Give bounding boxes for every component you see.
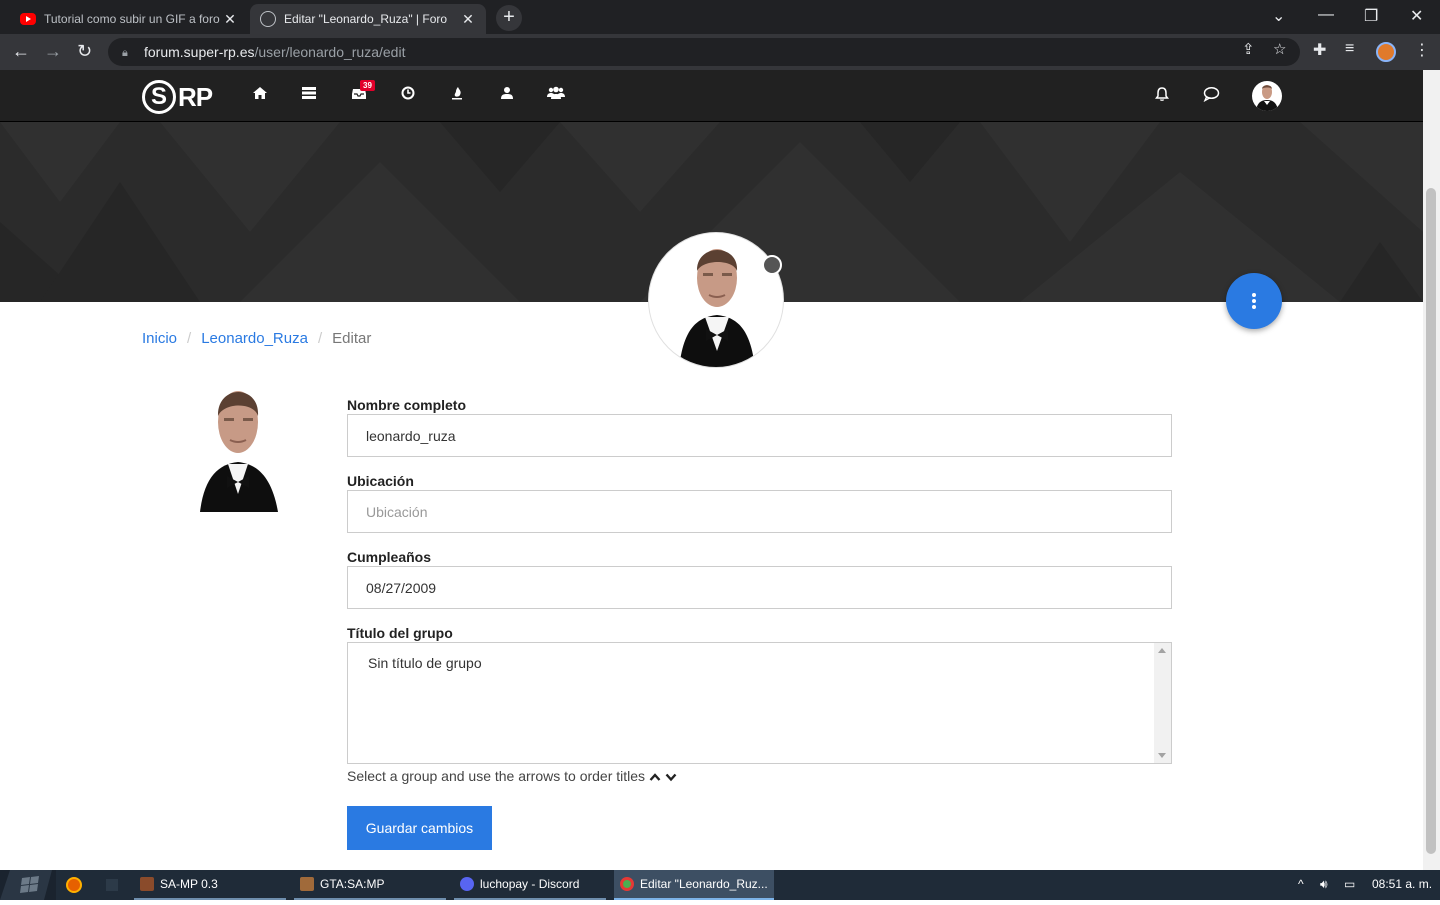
samp-icon (140, 877, 154, 891)
select-scrollbar[interactable] (1154, 643, 1171, 763)
tab-tutorial[interactable]: Tutorial como subir un GIF a foro ✕ (10, 4, 248, 34)
network-icon[interactable]: ▭ (1344, 877, 1355, 891)
start-button[interactable] (0, 870, 56, 900)
gta-icon (300, 877, 314, 891)
breadcrumb-separator: / (317, 330, 323, 347)
os-taskbar: SA-MP 0.3 GTA:SA:MP luchopay - Discord E… (0, 870, 1440, 900)
move-up-chevron-icon[interactable] (649, 770, 661, 782)
groups-icon[interactable] (546, 86, 566, 104)
scroll-down-arrow-icon[interactable] (1158, 753, 1166, 758)
site-header: S RP (0, 70, 1423, 122)
taskbar-item-label: luchopay - Discord (480, 877, 580, 891)
birthday-label: Cumpleaños (347, 549, 432, 565)
group-help-text-row: Select a group and use the arrows to ord… (347, 768, 1172, 784)
url-host: forum.super-rp.es (144, 44, 255, 60)
taskbar-item-label: Editar "Leonardo_Ruz... (640, 877, 768, 891)
tab-title: Editar "Leonardo_Ruza" | Foro (284, 12, 448, 26)
scroll-up-arrow-icon[interactable] (1158, 648, 1166, 653)
discord-icon (460, 877, 474, 891)
url-bar[interactable]: 🔒︎ forum.super-rp.es/user/leonardo_ruza/… (108, 38, 1300, 66)
url-path: /user/leonardo_ruza/edit (254, 44, 406, 60)
recent-clock-icon[interactable] (398, 86, 418, 104)
breadcrumb-user-link[interactable]: Leonardo_Ruza (201, 330, 308, 347)
close-tab-icon[interactable]: ✕ (460, 11, 476, 28)
tab-search-icon[interactable]: ⌄ (1272, 6, 1285, 26)
share-icon[interactable]: ⇪ (1242, 40, 1255, 58)
bookmark-star-icon[interactable]: ☆ (1273, 40, 1286, 58)
notifications-count-badge: 39 (360, 80, 375, 91)
logo-s: S (142, 80, 176, 114)
users-icon[interactable] (497, 86, 517, 104)
page-scrollbar-thumb[interactable] (1426, 188, 1436, 854)
address-bar-row: ← → ↻ 🔒︎ forum.super-rp.es/user/leonardo… (0, 34, 1440, 70)
youtube-icon (20, 13, 36, 25)
taskbar-item-gtasamp[interactable]: GTA:SA:MP (294, 870, 446, 900)
profile-cover-avatar[interactable] (648, 232, 784, 368)
restore-icon[interactable]: ❐ (1364, 6, 1378, 26)
app-icon[interactable] (106, 879, 118, 891)
logo-rp: RP (178, 81, 213, 112)
notifications-bell-icon[interactable] (1154, 86, 1170, 107)
browser-profile-avatar[interactable] (1376, 42, 1396, 62)
taskbar-item-label: GTA:SA:MP (320, 877, 385, 891)
breadcrumb-home-link[interactable]: Inicio (142, 330, 177, 347)
edit-profile-form: Nombre completo Ubicación Cumpleaños Tít… (347, 396, 1172, 784)
firefox-icon[interactable] (66, 877, 82, 893)
breadcrumb: Inicio / Leonardo_Ruza / Editar (142, 330, 371, 347)
menu-kebab-icon[interactable]: ⋮ (1414, 40, 1430, 60)
browser-tab-bar: Tutorial como subir un GIF a foro ✕ Edit… (0, 0, 1440, 34)
site-logo[interactable]: S RP (142, 80, 213, 114)
group-title-label: Título del grupo (347, 625, 453, 641)
birthday-input[interactable] (347, 566, 1172, 609)
minimize-icon[interactable]: — (1318, 6, 1334, 24)
group-title-select[interactable]: Sin título de grupo (347, 642, 1172, 764)
tab-edit-profile[interactable]: Editar "Leonardo_Ruza" | Foro ✕ (250, 4, 486, 34)
chrome-icon (620, 877, 634, 891)
close-window-icon[interactable]: ✕ (1410, 6, 1423, 26)
breadcrumb-separator: / (187, 330, 192, 347)
profile-picture[interactable] (192, 378, 286, 512)
profile-actions-button[interactable] (1226, 273, 1282, 329)
taskbar-item-samp[interactable]: SA-MP 0.3 (134, 870, 286, 900)
media-queue-icon[interactable]: ≡ (1345, 40, 1354, 58)
group-help-text: Select a group and use the arrows to ord… (347, 768, 646, 784)
location-input[interactable] (347, 490, 1172, 533)
user-avatar-menu[interactable] (1252, 81, 1282, 111)
breadcrumb-current: Editar (332, 330, 372, 347)
lock-icon: 🔒︎ (122, 47, 128, 59)
back-icon[interactable]: ← (12, 42, 30, 60)
page-scrollbar[interactable] (1423, 70, 1440, 870)
chats-bubble-icon[interactable] (1203, 86, 1220, 107)
extensions-puzzle-icon[interactable]: ✚ (1313, 40, 1326, 60)
fullname-label: Nombre completo (347, 397, 467, 413)
home-icon[interactable] (250, 86, 270, 104)
offline-status-dot (762, 255, 782, 275)
system-clock[interactable]: 08:51 a. m. (1372, 877, 1432, 891)
move-down-chevron-icon[interactable] (665, 770, 677, 782)
globe-icon (260, 11, 276, 27)
reload-icon[interactable]: ↻ (77, 42, 92, 60)
categories-list-icon[interactable] (299, 86, 319, 104)
close-tab-icon[interactable]: ✕ (222, 11, 238, 28)
taskbar-item-label: SA-MP 0.3 (160, 877, 218, 891)
taskbar-item-discord[interactable]: luchopay - Discord (454, 870, 606, 900)
group-title-option[interactable]: Sin título de grupo (368, 655, 482, 671)
tray-expand-icon[interactable]: ^ (1298, 877, 1304, 891)
taskbar-item-chrome[interactable]: Editar "Leonardo_Ruz... (614, 870, 774, 900)
popular-fire-icon[interactable] (447, 86, 467, 104)
forward-icon[interactable]: → (44, 42, 62, 60)
tab-title: Tutorial como subir un GIF a foro (44, 12, 220, 26)
more-vertical-icon (1252, 293, 1256, 311)
new-tab-button[interactable]: + (496, 5, 522, 31)
location-label: Ubicación (347, 473, 414, 489)
save-changes-button[interactable]: Guardar cambios (347, 806, 492, 850)
volume-icon[interactable]: 🔊︎ (1320, 877, 1328, 892)
fullname-input[interactable] (347, 414, 1172, 457)
